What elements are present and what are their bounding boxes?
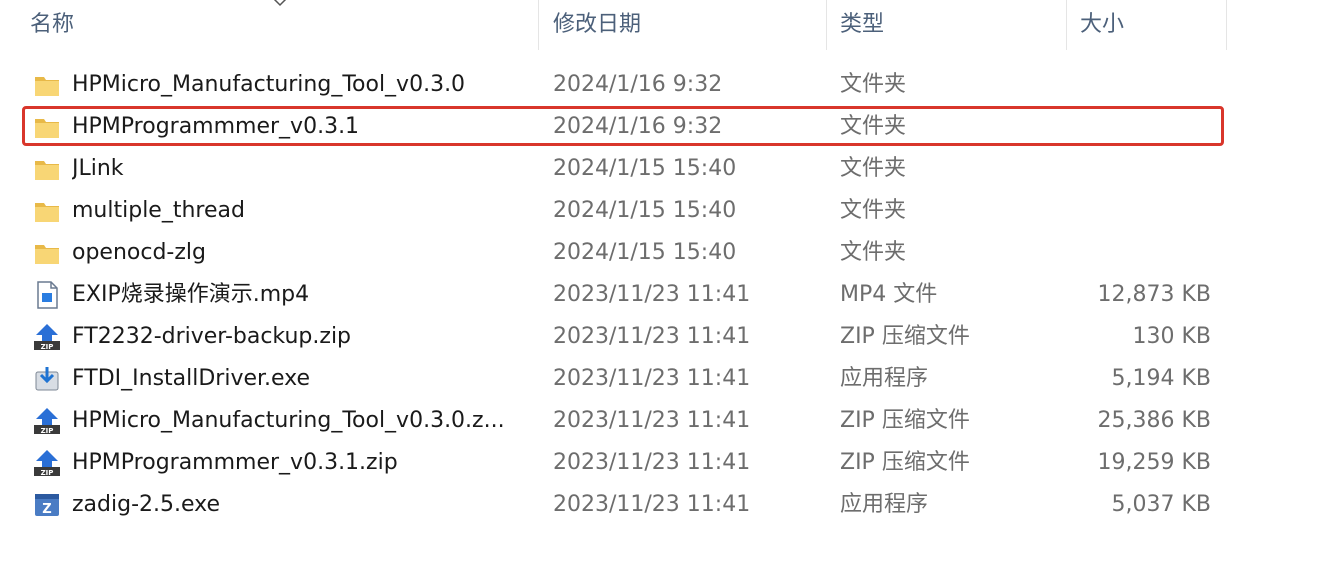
file-row[interactable]: multiple_thread 2024/1/15 15:40 文件夹 bbox=[0, 190, 1334, 232]
file-modified-date: 2024/1/15 15:40 bbox=[553, 198, 737, 223]
column-divider[interactable] bbox=[826, 0, 827, 50]
column-header-name[interactable]: 名称 bbox=[30, 0, 74, 50]
file-size: 5,037 KB bbox=[1111, 492, 1212, 517]
file-name: EXIP烧录操作演示.mp4 bbox=[72, 282, 310, 307]
file-type: ZIP 压缩文件 bbox=[840, 324, 970, 349]
file-modified-date: 2023/11/23 11:41 bbox=[553, 450, 751, 475]
file-row[interactable]: HPMicro_Manufacturing_Tool_v0.3.0 2024/1/… bbox=[0, 64, 1334, 106]
file-type: ZIP 压缩文件 bbox=[840, 450, 970, 475]
svg-text:ZIP: ZIP bbox=[41, 343, 54, 351]
file-name: HPMicro_Manufacturing_Tool_v0.3.0.z... bbox=[72, 408, 505, 433]
file-name: multiple_thread bbox=[72, 198, 245, 223]
file-row[interactable]: Zzadig-2.5.exe 2023/11/23 11:41 应用程序 5,037 … bbox=[0, 484, 1334, 526]
file-row[interactable]: ZIP HPMicro_Manufacturing_Tool_v0.3.0.z..… bbox=[0, 400, 1334, 442]
file-row[interactable]: FTDI_InstallDriver.exe 2023/11/23 11:41 应用… bbox=[0, 358, 1334, 400]
file-row[interactable]: ZIP HPMProgrammmer_v0.3.1.zip 2023/11/23 1… bbox=[0, 442, 1334, 484]
file-size: 5,194 KB bbox=[1111, 366, 1212, 391]
folder-icon bbox=[32, 196, 62, 226]
file-name: openocd-zlg bbox=[72, 240, 206, 265]
file-modified-date: 2023/11/23 11:41 bbox=[553, 492, 751, 517]
file-modified-date: 2023/11/23 11:41 bbox=[553, 366, 751, 391]
file-row[interactable]: EXIP烧录操作演示.mp4 2023/11/23 11:41 MP4 文件 12,8… bbox=[0, 274, 1334, 316]
file-name: FTDI_InstallDriver.exe bbox=[72, 366, 311, 391]
file-modified-date: 2023/11/23 11:41 bbox=[553, 324, 751, 349]
zip-file-icon: ZIP bbox=[32, 322, 62, 352]
file-type: 文件夹 bbox=[840, 156, 907, 181]
folder-icon bbox=[32, 154, 62, 184]
file-size: 19,259 KB bbox=[1097, 450, 1212, 475]
file-size: 130 KB bbox=[1132, 324, 1211, 349]
column-header-size[interactable]: 大小 bbox=[1080, 0, 1124, 50]
file-type: ZIP 压缩文件 bbox=[840, 408, 970, 433]
file-name: HPMicro_Manufacturing_Tool_v0.3.0 bbox=[72, 72, 466, 97]
file-type: 应用程序 bbox=[840, 366, 929, 391]
file-modified-date: 2024/1/15 15:40 bbox=[553, 156, 737, 181]
file-type: 文件夹 bbox=[840, 72, 907, 97]
column-divider[interactable] bbox=[1226, 0, 1227, 50]
selection-highlight-box bbox=[22, 106, 1224, 146]
file-row[interactable]: openocd-zlg 2024/1/15 15:40 文件夹 bbox=[0, 232, 1334, 274]
file-type: 文件夹 bbox=[840, 198, 907, 223]
file-type: 文件夹 bbox=[840, 240, 907, 265]
file-modified-date: 2024/1/16 9:32 bbox=[553, 72, 723, 97]
file-size: 12,873 KB bbox=[1097, 282, 1212, 307]
file-row[interactable]: JLink 2024/1/15 15:40 文件夹 bbox=[0, 148, 1334, 190]
file-modified-date: 2023/11/23 11:41 bbox=[553, 408, 751, 433]
folder-icon bbox=[32, 70, 62, 100]
file-modified-date: 2024/1/15 15:40 bbox=[553, 240, 737, 265]
svg-text:ZIP: ZIP bbox=[41, 469, 54, 477]
svg-text:Z: Z bbox=[42, 502, 51, 517]
video-file-icon bbox=[32, 280, 62, 310]
file-type: MP4 文件 bbox=[840, 282, 938, 307]
file-size: 25,386 KB bbox=[1097, 408, 1212, 433]
zip-file-icon: ZIP bbox=[32, 406, 62, 436]
app-exe-icon: Z bbox=[32, 490, 62, 520]
column-header-date[interactable]: 修改日期 bbox=[553, 0, 641, 50]
column-header-type[interactable]: 类型 bbox=[840, 0, 884, 50]
column-header-bar: 名称 修改日期 类型 大小 bbox=[0, 0, 1334, 50]
file-name: FT2232-driver-backup.zip bbox=[72, 324, 352, 349]
file-name: HPMProgrammmer_v0.3.1.zip bbox=[72, 450, 398, 475]
file-name: JLink bbox=[72, 156, 124, 181]
svg-text:ZIP: ZIP bbox=[41, 427, 54, 435]
file-type: 应用程序 bbox=[840, 492, 929, 517]
folder-icon bbox=[32, 238, 62, 268]
installer-icon bbox=[32, 364, 62, 394]
column-divider[interactable] bbox=[1066, 0, 1067, 50]
zip-file-icon: ZIP bbox=[32, 448, 62, 478]
file-row[interactable]: ZIP FT2232-driver-backup.zip 2023/11/23 11… bbox=[0, 316, 1334, 358]
sort-caret-icon bbox=[273, 0, 287, 7]
file-name: zadig-2.5.exe bbox=[72, 492, 221, 517]
file-modified-date: 2023/11/23 11:41 bbox=[553, 282, 751, 307]
column-divider[interactable] bbox=[538, 0, 539, 50]
